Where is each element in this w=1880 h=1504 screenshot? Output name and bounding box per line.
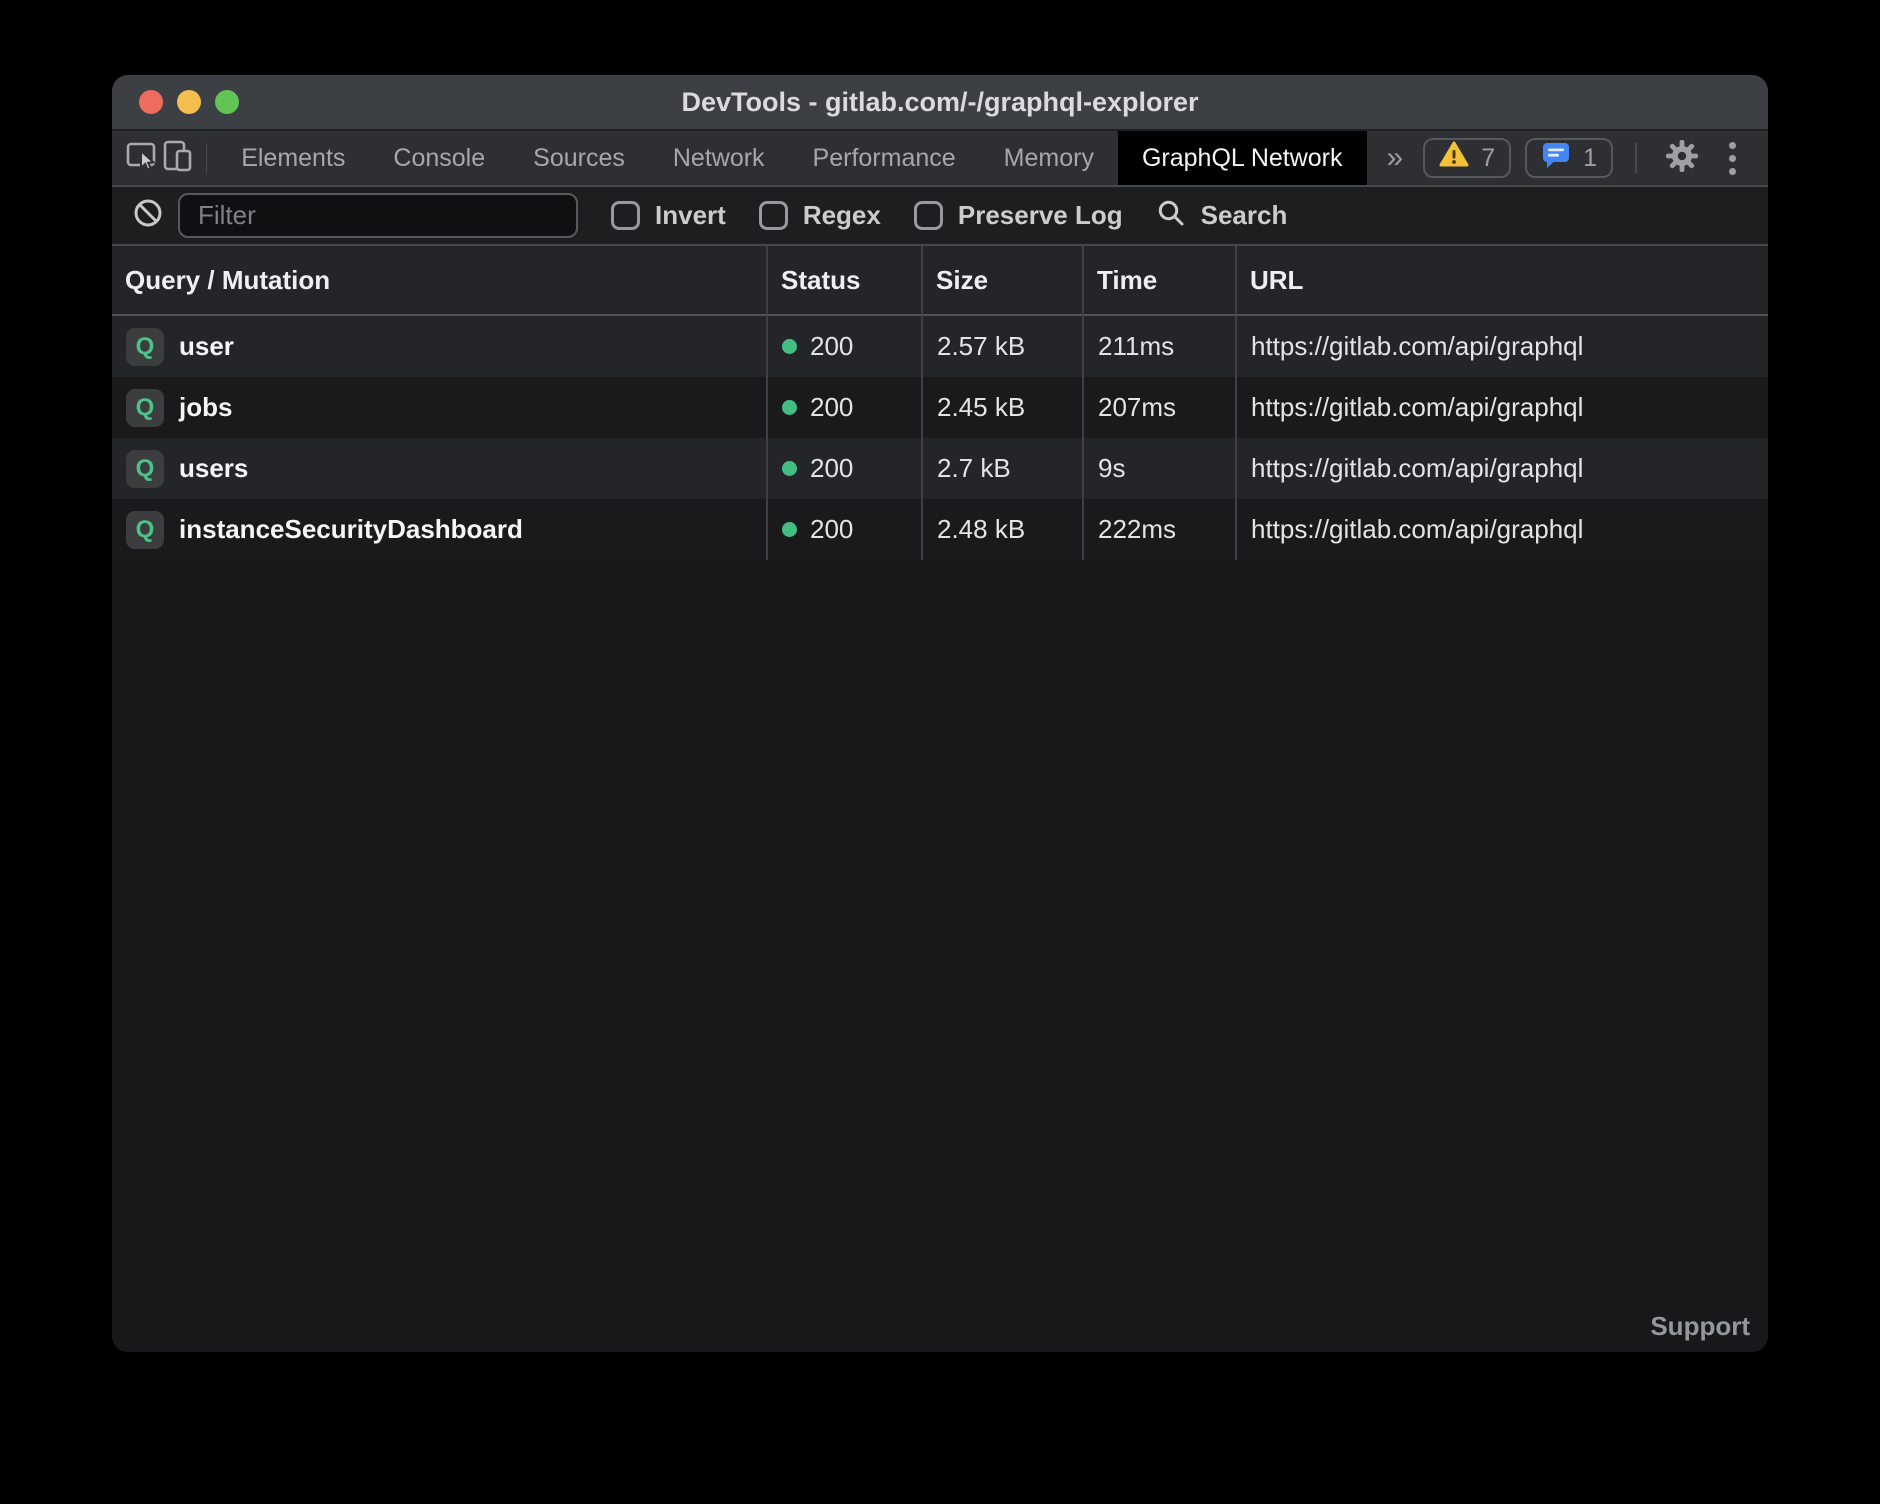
response-size: 2.7 kB xyxy=(921,438,1082,499)
query-type-badge: Q xyxy=(126,511,164,549)
search-button[interactable]: Search xyxy=(1156,198,1288,233)
close-button[interactable] xyxy=(139,90,163,114)
query-type-badge: Q xyxy=(126,450,164,488)
messages-count: 1 xyxy=(1583,144,1597,173)
column-header-status[interactable]: Status xyxy=(766,246,921,316)
toolbar-separator xyxy=(1635,143,1637,173)
device-toolbar-icon xyxy=(161,139,195,178)
message-bubble-icon xyxy=(1541,141,1571,176)
device-toolbar-button[interactable] xyxy=(160,131,196,185)
tab-elements[interactable]: Elements xyxy=(217,131,369,185)
query-type-badge: Q xyxy=(126,328,164,366)
tab-memory[interactable]: Memory xyxy=(980,131,1118,185)
status-code: 200 xyxy=(810,331,853,362)
request-time: 222ms xyxy=(1082,499,1235,560)
query-name: user xyxy=(179,331,234,362)
kebab-menu-icon xyxy=(1729,142,1736,149)
network-filter-bar: Invert Regex Preserve Log Search xyxy=(112,187,1768,246)
double-chevron-icon: » xyxy=(1387,141,1404,175)
toolbar-right-tools: 7 1 xyxy=(1423,131,1768,185)
request-url: https://gitlab.com/api/graphql xyxy=(1235,316,1768,377)
zoom-button[interactable] xyxy=(215,90,239,114)
messages-counter-button[interactable]: 1 xyxy=(1525,138,1613,178)
column-header-size[interactable]: Size xyxy=(921,246,1082,316)
invert-checkbox[interactable] xyxy=(611,201,640,230)
preserve-log-checkbox[interactable] xyxy=(914,201,943,230)
support-link[interactable]: Support xyxy=(1650,1311,1750,1342)
traffic-lights xyxy=(139,75,239,129)
empty-panel-area xyxy=(112,560,1768,1352)
response-size: 2.45 kB xyxy=(921,377,1082,438)
query-name: jobs xyxy=(179,392,232,423)
request-url: https://gitlab.com/api/graphql xyxy=(1235,377,1768,438)
warning-icon xyxy=(1439,141,1469,175)
search-label: Search xyxy=(1201,200,1288,231)
warnings-counter-button[interactable]: 7 xyxy=(1423,138,1511,178)
clear-requests-button[interactable] xyxy=(132,197,164,234)
status-ok-dot xyxy=(782,461,797,476)
title-bar: DevTools - gitlab.com/-/graphql-explorer xyxy=(112,75,1768,131)
inspect-element-button[interactable] xyxy=(124,131,160,185)
status-ok-dot xyxy=(782,522,797,537)
response-size: 2.57 kB xyxy=(921,316,1082,377)
regex-label: Regex xyxy=(803,200,881,231)
devtools-window: DevTools - gitlab.com/-/graphql-explorer… xyxy=(112,75,1768,1352)
table-row[interactable]: Q instanceSecurityDashboard 200 2.48 kB … xyxy=(112,499,1768,560)
filter-input[interactable] xyxy=(178,193,578,238)
response-size: 2.48 kB xyxy=(921,499,1082,560)
query-name: users xyxy=(179,453,248,484)
minimize-button[interactable] xyxy=(177,90,201,114)
query-name: instanceSecurityDashboard xyxy=(179,514,523,545)
status-code: 200 xyxy=(810,514,853,545)
settings-button[interactable] xyxy=(1659,139,1705,178)
request-url: https://gitlab.com/api/graphql xyxy=(1235,438,1768,499)
request-time: 9s xyxy=(1082,438,1235,499)
more-tabs-button[interactable]: » xyxy=(1367,131,1424,185)
status-code: 200 xyxy=(810,392,853,423)
request-url: https://gitlab.com/api/graphql xyxy=(1235,499,1768,560)
column-header-url[interactable]: URL xyxy=(1235,246,1768,316)
table-header: Query / Mutation Status Size Time URL xyxy=(112,246,1768,316)
query-type-badge: Q xyxy=(126,389,164,427)
tab-console[interactable]: Console xyxy=(369,131,509,185)
search-icon xyxy=(1156,198,1186,233)
tab-network[interactable]: Network xyxy=(649,131,789,185)
warnings-count: 7 xyxy=(1481,144,1495,173)
request-time: 207ms xyxy=(1082,377,1235,438)
table-row[interactable]: Q user 200 2.57 kB 211ms https://gitlab.… xyxy=(112,316,1768,377)
tab-graphql-network[interactable]: GraphQL Network xyxy=(1118,131,1367,185)
table-row[interactable]: Q jobs 200 2.45 kB 207ms https://gitlab.… xyxy=(112,377,1768,438)
regex-checkbox[interactable] xyxy=(759,201,788,230)
table-row[interactable]: Q users 200 2.7 kB 9s https://gitlab.com… xyxy=(112,438,1768,499)
inspect-cursor-icon xyxy=(125,139,159,178)
status-ok-dot xyxy=(782,400,797,415)
invert-label: Invert xyxy=(655,200,726,231)
preserve-log-label: Preserve Log xyxy=(958,200,1123,231)
column-header-query-mutation[interactable]: Query / Mutation xyxy=(112,246,766,316)
window-title: DevTools - gitlab.com/-/graphql-explorer xyxy=(681,87,1198,118)
status-code: 200 xyxy=(810,453,853,484)
gear-icon xyxy=(1665,139,1699,178)
tab-performance[interactable]: Performance xyxy=(789,131,980,185)
toolbar-separator xyxy=(206,143,208,173)
column-header-time[interactable]: Time xyxy=(1082,246,1235,316)
status-ok-dot xyxy=(782,339,797,354)
request-time: 211ms xyxy=(1082,316,1235,377)
tab-sources[interactable]: Sources xyxy=(509,131,649,185)
devtools-tab-bar: Elements Console Sources Network Perform… xyxy=(112,131,1768,187)
main-menu-button[interactable] xyxy=(1719,142,1746,175)
